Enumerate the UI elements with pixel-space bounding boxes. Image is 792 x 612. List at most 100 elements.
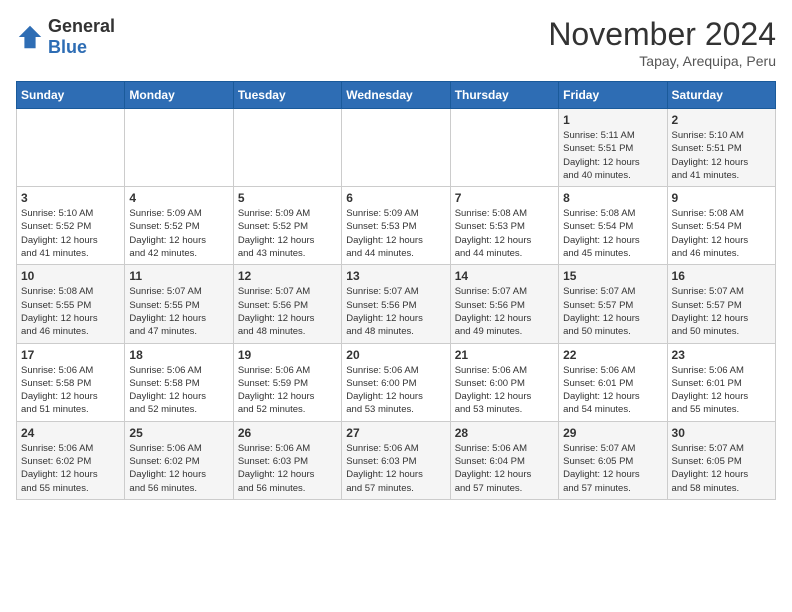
- calendar-cell: 6 Sunrise: 5:09 AM Sunset: 5:53 PM Daylig…: [342, 187, 450, 265]
- calendar-table: SundayMondayTuesdayWednesdayThursdayFrid…: [16, 81, 776, 500]
- day-number: 1: [563, 113, 662, 127]
- calendar-cell: [17, 109, 125, 187]
- calendar-cell: 28Sunrise: 5:06 AM Sunset: 6:04 PM Dayli…: [450, 421, 558, 499]
- day-info: Sunrise: 5:07 AM Sunset: 5:56 PM Dayligh…: [346, 285, 445, 338]
- day-info: Sunrise: 5:06 AM Sunset: 6:03 PM Dayligh…: [238, 442, 337, 495]
- day-info: Sunrise: 5:09 AM Sunset: 5:53 PM Dayligh…: [346, 207, 445, 260]
- day-info: Sunrise: 5:06 AM Sunset: 6:02 PM Dayligh…: [21, 442, 120, 495]
- week-row-1: 1 Sunrise: 5:11 AM Sunset: 5:51 PM Daylig…: [17, 109, 776, 187]
- weekday-header-row: SundayMondayTuesdayWednesdayThursdayFrid…: [17, 82, 776, 109]
- calendar-cell: 13 Sunrise: 5:07 AM Sunset: 5:56 PM Dayli…: [342, 265, 450, 343]
- calendar-cell: 16 Sunrise: 5:07 AM Sunset: 5:57 PM Dayli…: [667, 265, 775, 343]
- logo-icon: [16, 23, 44, 51]
- day-number: 10: [21, 269, 120, 283]
- calendar-cell: 1 Sunrise: 5:11 AM Sunset: 5:51 PM Daylig…: [559, 109, 667, 187]
- day-info: Sunrise: 5:08 AM Sunset: 5:54 PM Dayligh…: [672, 207, 771, 260]
- day-number: 21: [455, 348, 554, 362]
- weekday-header-wednesday: Wednesday: [342, 82, 450, 109]
- day-number: 30: [672, 426, 771, 440]
- day-info: Sunrise: 5:06 AM Sunset: 6:03 PM Dayligh…: [346, 442, 445, 495]
- day-number: 4: [129, 191, 228, 205]
- calendar-cell: 10 Sunrise: 5:08 AM Sunset: 5:55 PM Dayli…: [17, 265, 125, 343]
- page-header: General Blue November 2024 Tapay, Arequi…: [16, 16, 776, 69]
- calendar-cell: [233, 109, 341, 187]
- day-info: Sunrise: 5:06 AM Sunset: 6:01 PM Dayligh…: [563, 364, 662, 417]
- calendar-cell: 4 Sunrise: 5:09 AM Sunset: 5:52 PM Daylig…: [125, 187, 233, 265]
- calendar-cell: 14Sunrise: 5:07 AM Sunset: 5:56 PM Dayli…: [450, 265, 558, 343]
- calendar-cell: 2Sunrise: 5:10 AM Sunset: 5:51 PM Daylig…: [667, 109, 775, 187]
- title-block: November 2024 Tapay, Arequipa, Peru: [548, 16, 776, 69]
- day-number: 8: [563, 191, 662, 205]
- weekday-header-sunday: Sunday: [17, 82, 125, 109]
- calendar-cell: 23Sunrise: 5:06 AM Sunset: 6:01 PM Dayli…: [667, 343, 775, 421]
- day-info: Sunrise: 5:06 AM Sunset: 6:04 PM Dayligh…: [455, 442, 554, 495]
- weekday-header-friday: Friday: [559, 82, 667, 109]
- day-info: Sunrise: 5:07 AM Sunset: 5:55 PM Dayligh…: [129, 285, 228, 338]
- day-info: Sunrise: 5:08 AM Sunset: 5:55 PM Dayligh…: [21, 285, 120, 338]
- day-info: Sunrise: 5:06 AM Sunset: 5:59 PM Dayligh…: [238, 364, 337, 417]
- calendar-cell: [125, 109, 233, 187]
- week-row-4: 17 Sunrise: 5:06 AM Sunset: 5:58 PM Dayli…: [17, 343, 776, 421]
- day-info: Sunrise: 5:06 AM Sunset: 6:01 PM Dayligh…: [672, 364, 771, 417]
- day-number: 3: [21, 191, 120, 205]
- month-title: November 2024: [548, 16, 776, 53]
- calendar-cell: 5Sunrise: 5:09 AM Sunset: 5:52 PM Daylig…: [233, 187, 341, 265]
- location: Tapay, Arequipa, Peru: [548, 53, 776, 69]
- day-info: Sunrise: 5:06 AM Sunset: 6:00 PM Dayligh…: [455, 364, 554, 417]
- weekday-header-monday: Monday: [125, 82, 233, 109]
- day-number: 29: [563, 426, 662, 440]
- day-number: 11: [129, 269, 228, 283]
- day-number: 22: [563, 348, 662, 362]
- day-info: Sunrise: 5:09 AM Sunset: 5:52 PM Dayligh…: [129, 207, 228, 260]
- day-number: 20: [346, 348, 445, 362]
- week-row-5: 24 Sunrise: 5:06 AM Sunset: 6:02 PM Dayli…: [17, 421, 776, 499]
- week-row-3: 10 Sunrise: 5:08 AM Sunset: 5:55 PM Dayli…: [17, 265, 776, 343]
- calendar-cell: [450, 109, 558, 187]
- day-info: Sunrise: 5:11 AM Sunset: 5:51 PM Dayligh…: [563, 129, 662, 182]
- calendar-cell: 17 Sunrise: 5:06 AM Sunset: 5:58 PM Dayli…: [17, 343, 125, 421]
- calendar-cell: 25 Sunrise: 5:06 AM Sunset: 6:02 PM Dayli…: [125, 421, 233, 499]
- day-number: 27: [346, 426, 445, 440]
- day-number: 26: [238, 426, 337, 440]
- day-number: 12: [238, 269, 337, 283]
- calendar-cell: 3Sunrise: 5:10 AM Sunset: 5:52 PM Daylig…: [17, 187, 125, 265]
- calendar-cell: 24 Sunrise: 5:06 AM Sunset: 6:02 PM Dayli…: [17, 421, 125, 499]
- day-number: 17: [21, 348, 120, 362]
- logo-blue-text: Blue: [48, 37, 87, 57]
- calendar-cell: 26 Sunrise: 5:06 AM Sunset: 6:03 PM Dayli…: [233, 421, 341, 499]
- day-info: Sunrise: 5:06 AM Sunset: 5:58 PM Dayligh…: [129, 364, 228, 417]
- day-info: Sunrise: 5:07 AM Sunset: 6:05 PM Dayligh…: [672, 442, 771, 495]
- day-number: 18: [129, 348, 228, 362]
- calendar-cell: 15Sunrise: 5:07 AM Sunset: 5:57 PM Dayli…: [559, 265, 667, 343]
- day-number: 25: [129, 426, 228, 440]
- calendar-cell: 22 Sunrise: 5:06 AM Sunset: 6:01 PM Dayli…: [559, 343, 667, 421]
- day-number: 13: [346, 269, 445, 283]
- day-info: Sunrise: 5:06 AM Sunset: 6:02 PM Dayligh…: [129, 442, 228, 495]
- day-number: 6: [346, 191, 445, 205]
- weekday-header-saturday: Saturday: [667, 82, 775, 109]
- calendar-cell: 8 Sunrise: 5:08 AM Sunset: 5:54 PM Daylig…: [559, 187, 667, 265]
- week-row-2: 3Sunrise: 5:10 AM Sunset: 5:52 PM Daylig…: [17, 187, 776, 265]
- day-number: 24: [21, 426, 120, 440]
- calendar-cell: 20Sunrise: 5:06 AM Sunset: 6:00 PM Dayli…: [342, 343, 450, 421]
- logo-general-text: General: [48, 16, 115, 36]
- weekday-header-thursday: Thursday: [450, 82, 558, 109]
- calendar-cell: 27 Sunrise: 5:06 AM Sunset: 6:03 PM Dayli…: [342, 421, 450, 499]
- day-info: Sunrise: 5:06 AM Sunset: 5:58 PM Dayligh…: [21, 364, 120, 417]
- day-number: 15: [563, 269, 662, 283]
- day-number: 16: [672, 269, 771, 283]
- calendar-cell: 21 Sunrise: 5:06 AM Sunset: 6:00 PM Dayli…: [450, 343, 558, 421]
- day-number: 14: [455, 269, 554, 283]
- weekday-header-tuesday: Tuesday: [233, 82, 341, 109]
- day-number: 7: [455, 191, 554, 205]
- day-info: Sunrise: 5:10 AM Sunset: 5:51 PM Dayligh…: [672, 129, 771, 182]
- day-info: Sunrise: 5:07 AM Sunset: 5:56 PM Dayligh…: [238, 285, 337, 338]
- calendar-cell: 18 Sunrise: 5:06 AM Sunset: 5:58 PM Dayli…: [125, 343, 233, 421]
- calendar-cell: 7 Sunrise: 5:08 AM Sunset: 5:53 PM Daylig…: [450, 187, 558, 265]
- day-number: 19: [238, 348, 337, 362]
- calendar-cell: 19 Sunrise: 5:06 AM Sunset: 5:59 PM Dayli…: [233, 343, 341, 421]
- day-info: Sunrise: 5:07 AM Sunset: 6:05 PM Dayligh…: [563, 442, 662, 495]
- day-info: Sunrise: 5:07 AM Sunset: 5:57 PM Dayligh…: [672, 285, 771, 338]
- day-info: Sunrise: 5:08 AM Sunset: 5:54 PM Dayligh…: [563, 207, 662, 260]
- day-info: Sunrise: 5:08 AM Sunset: 5:53 PM Dayligh…: [455, 207, 554, 260]
